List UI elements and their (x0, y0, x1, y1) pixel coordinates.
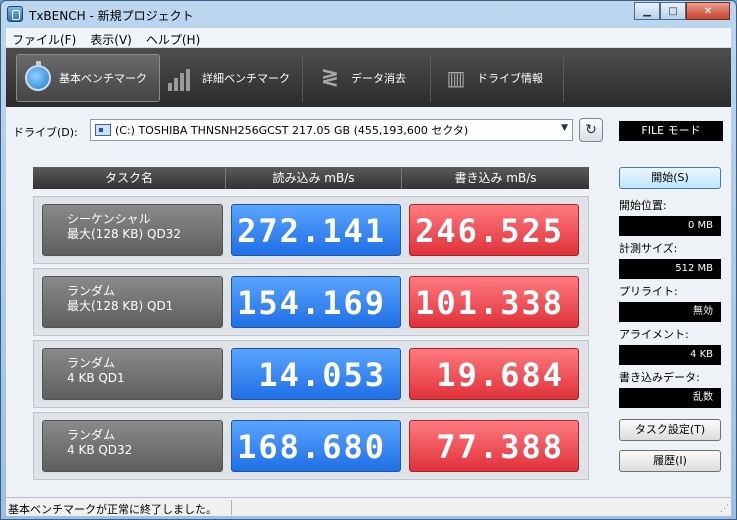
read-value: 272.141 (231, 204, 401, 256)
menu-view[interactable]: 表示(V) (84, 28, 140, 47)
tab-detailed-benchmark[interactable]: 詳細ベンチマーク (160, 53, 303, 102)
maximize-button[interactable]: □ (660, 2, 686, 20)
status-divider (231, 500, 232, 515)
app-window: TxBENCH - 新規プロジェクト ▁ □ ✕ ファイル(F) 表示(V) ヘ… (0, 0, 737, 520)
mode-indicator: FILE モード (619, 121, 723, 141)
tab-drive-info-label: ドライブ情報 (477, 71, 543, 85)
menu-help[interactable]: ヘルプ(H) (140, 28, 208, 47)
start-button[interactable]: 開始(S) (619, 167, 721, 189)
bar-chart-icon (168, 65, 194, 91)
history-button[interactable]: 履歴(I) (619, 450, 721, 472)
read-value: 168.680 (231, 420, 401, 472)
drive-select-value: (C:) TOSHIBA THNSNH256GCST 217.05 GB (45… (115, 124, 469, 137)
read-value: 14.053 (231, 348, 401, 400)
main-panel: ドライブ(D): (C:) TOSHIBA THNSNH256GCST 217.… (6, 107, 731, 497)
resize-grip-icon[interactable]: ⋰ (720, 504, 729, 514)
close-button[interactable]: ✕ (686, 2, 730, 20)
eraser-icon: ≷ (320, 64, 340, 90)
measure-size-value: 512 MB (619, 259, 721, 279)
tab-data-erase[interactable]: ≷ データ消去 (303, 53, 431, 102)
tab-data-erase-label: データ消去 (351, 71, 406, 85)
write-data-value: 乱数 (619, 388, 721, 408)
drive-select[interactable]: (C:) TOSHIBA THNSNH256GCST 217.05 GB (45… (90, 119, 573, 141)
header-task: タスク名 (33, 167, 226, 189)
alignment-label: アライメント: (619, 328, 689, 341)
drive-label: ドライブ(D): (13, 126, 78, 139)
write-value: 19.684 (409, 348, 579, 400)
tab-detailed-benchmark-label: 詳細ベンチマーク (202, 71, 290, 85)
menu-bar: ファイル(F) 表示(V) ヘルプ(H) (6, 28, 731, 48)
measure-size-label: 計測サイズ: (619, 242, 678, 255)
status-text: 基本ベンチマークが正常に終了しました。 (8, 503, 217, 516)
table-row: ランダム 最大(128 KB) QD1 154.169 101.338 (33, 268, 589, 336)
task-name-button[interactable]: ランダム 4 KB QD32 (42, 420, 223, 472)
table-row: ランダム 4 KB QD1 14.053 19.684 (33, 340, 589, 408)
task-name-line2: 最大(128 KB) QD1 (67, 299, 174, 313)
prewrite-value: 無効 (619, 302, 721, 322)
menu-file[interactable]: ファイル(F) (6, 28, 84, 47)
start-position-value: 0 MB (619, 216, 721, 236)
tab-drive-info[interactable]: ▥ ドライブ情報 (431, 53, 564, 102)
task-name-line1: ランダム (67, 428, 116, 442)
write-value: 101.338 (409, 276, 579, 328)
drive-info-icon: ▥ (446, 65, 466, 90)
start-position-label: 開始位置: (619, 199, 667, 212)
read-value: 154.169 (231, 276, 401, 328)
header-write: 書き込み mB/s (402, 167, 589, 189)
table-row: シーケンシャル 最大(128 KB) QD32 272.141 246.525 (33, 196, 589, 264)
minimize-button[interactable]: ▁ (634, 2, 660, 20)
write-data-label: 書き込みデータ: (619, 371, 700, 384)
task-name-line2: 最大(128 KB) QD32 (67, 227, 181, 241)
task-name-line1: ランダム (67, 356, 116, 370)
results-header: タスク名 読み込み mB/s 書き込み mB/s (33, 167, 589, 189)
window-title: TxBENCH - 新規プロジェクト (29, 9, 194, 23)
task-name-line1: ランダム (67, 284, 116, 298)
header-read: 読み込み mB/s (226, 167, 402, 189)
app-icon (7, 6, 23, 22)
tab-basic-benchmark-label: 基本ベンチマーク (59, 71, 147, 85)
write-value: 246.525 (409, 204, 579, 256)
write-value: 77.388 (409, 420, 579, 472)
stopwatch-icon (25, 60, 51, 91)
chevron-down-icon: ▼ (561, 123, 568, 133)
task-settings-button[interactable]: タスク設定(T) (619, 419, 721, 441)
window-controls: ▁ □ ✕ (634, 2, 730, 20)
toolbar: 基本ベンチマーク 詳細ベンチマーク ≷ データ消去 ▥ ドライブ情報 (6, 48, 731, 107)
task-name-button[interactable]: ランダム 最大(128 KB) QD1 (42, 276, 223, 328)
task-name-line2: 4 KB QD32 (67, 443, 133, 457)
task-name-line1: シーケンシャル (67, 212, 151, 226)
title-bar[interactable]: TxBENCH - 新規プロジェクト ▁ □ ✕ (1, 1, 736, 27)
task-name-button[interactable]: ランダム 4 KB QD1 (42, 348, 223, 400)
side-panel: 開始(S) 開始位置: 0 MB 計測サイズ: 512 MB プリライト: 無効… (619, 167, 725, 472)
prewrite-label: プリライト: (619, 285, 678, 298)
refresh-button[interactable]: ↻ (579, 118, 603, 142)
task-name-button[interactable]: シーケンシャル 最大(128 KB) QD32 (42, 204, 223, 256)
table-row: ランダム 4 KB QD32 168.680 77.388 (33, 412, 589, 480)
refresh-icon: ↻ (585, 122, 597, 138)
tab-basic-benchmark[interactable]: 基本ベンチマーク (16, 53, 160, 102)
alignment-value: 4 KB (619, 345, 721, 365)
hard-drive-icon (95, 124, 111, 136)
task-name-line2: 4 KB QD1 (67, 371, 125, 385)
status-bar: 基本ベンチマークが正常に終了しました。 ⋰ (6, 497, 731, 516)
